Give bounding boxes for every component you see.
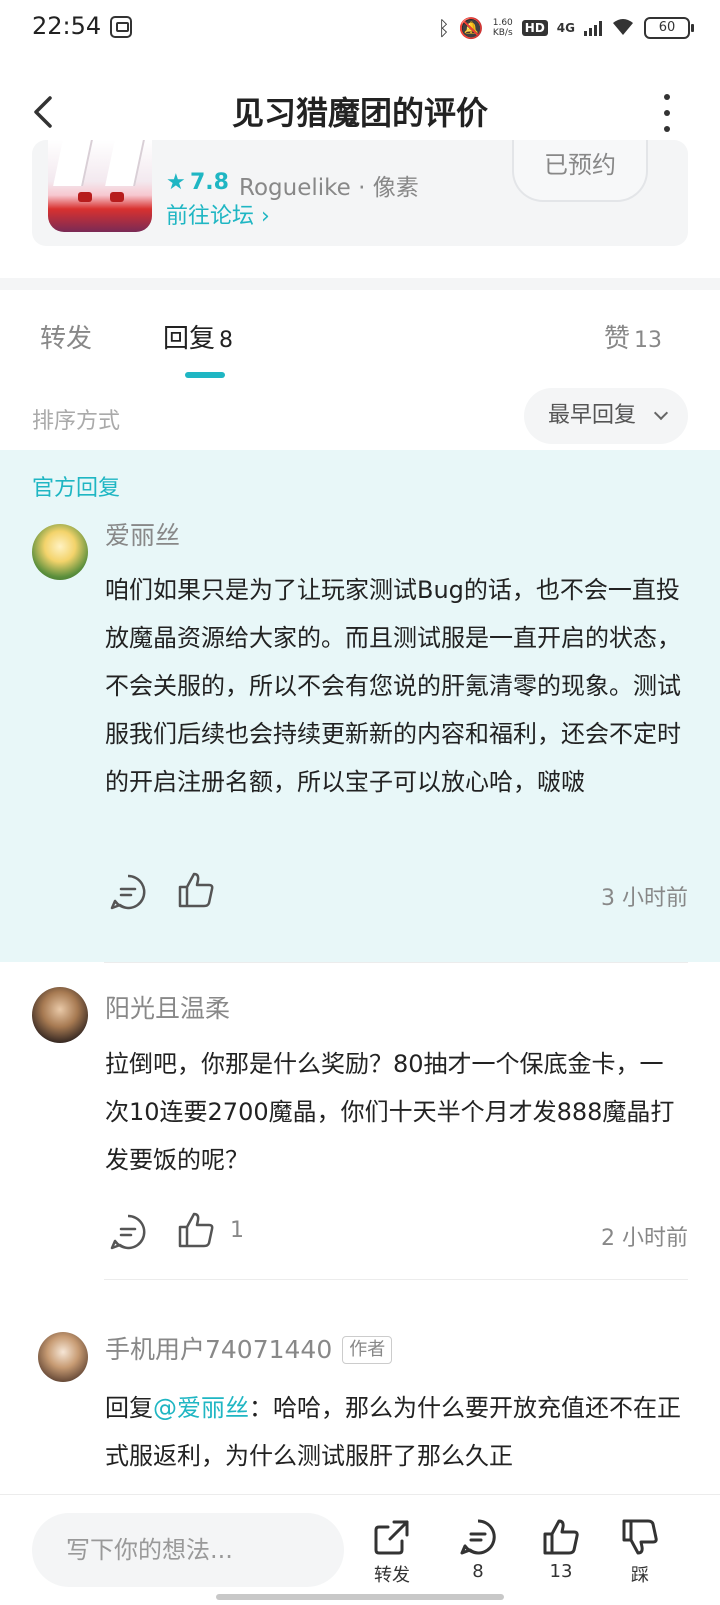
wifi-icon [611,17,635,40]
network-type: 4G [556,21,575,35]
bluetooth-icon: ᛒ [437,16,450,40]
dot-icon [664,126,670,132]
like-icon[interactable] [176,870,216,910]
like-count: 13 [634,328,663,353]
share-label: 转发 [374,1565,410,1586]
comment-text: 拉倒吧，你那是什么奖励？80抽才一个保底金卡，一次10连要2700魔晶，你们十天… [105,1050,675,1174]
comment-divider [104,1279,688,1280]
tab-replies[interactable]: 回复 8 [163,318,233,355]
chevron-down-icon [653,405,669,421]
comment-text: 回复@爱丽丝：哈哈，那么为什么要开放充值还不在正式服返利，为什么测试服肝了那么久… [105,1394,681,1470]
dot-icon [664,94,670,100]
section-divider [0,278,720,290]
comment-count: 8 [472,1561,484,1582]
mention-link[interactable]: @爱丽丝 [153,1394,249,1422]
dislike-icon [622,1519,658,1555]
dislike-button[interactable]: 踩 [600,1517,680,1587]
avatar[interactable] [32,987,88,1043]
forum-link[interactable]: 前往论坛 › [166,198,270,230]
game-icon [48,140,152,232]
username[interactable]: 阳光且温柔 [105,989,230,1025]
mute-icon: 🔕 [458,16,484,40]
author-badge: 作者 [342,1336,393,1364]
bottom-action-bar: 写下你的想法... 转发 8 13 踩 [0,1494,720,1605]
tab-share[interactable]: 转发 [40,318,92,355]
sort-dropdown[interactable]: 最早回复 [524,388,688,444]
like-icon[interactable] [176,1210,216,1250]
network-speed: 1.60 KB/s [492,18,513,38]
more-options-button[interactable] [660,94,674,132]
game-card[interactable]: ★ 7.8 Roguelike · 像素 前往论坛 › 已预约 [32,140,688,246]
official-reply: 官方回复 爱丽丝 咱们如果只是为了让玩家测试Bug的话，也不会一直投放魔晶资源给… [0,450,720,962]
share-button[interactable]: 转发 [352,1517,432,1587]
status-bar: 22:54 ᛒ 🔕 1.60 KB/s HD 4G 60 [0,0,720,56]
dislike-label: 踩 [631,1565,649,1586]
status-icons: ᛒ 🔕 1.60 KB/s HD 4G 60 [437,14,694,42]
star-icon: ★ [166,170,186,195]
comment-text: 咱们如果只是为了让玩家测试Bug的话，也不会一直投放魔晶资源给大家的。而且测试服… [105,576,681,796]
dot-icon [664,110,670,116]
username-row: 手机用户74071440 作者 [105,1330,393,1366]
page-title: 见习猎魔团的评价 [231,94,488,132]
game-icon-eye [78,192,92,202]
game-icon-eye [110,192,124,202]
comment-divider [104,962,688,963]
sort-label: 排序方式 [32,409,121,434]
official-reply-label: 官方回复 [32,476,121,501]
game-tags: Roguelike · 像素 [239,175,419,201]
tab-likes[interactable]: 赞 13 [604,318,662,355]
status-time: 22:54 [32,12,102,40]
hd-icon: HD [521,20,548,36]
signal-icon [584,20,602,36]
battery-icon: 60 [644,17,694,39]
like-button[interactable]: 13 [521,1517,601,1582]
comment-time: 2 小时前 [601,1226,688,1251]
active-tab-indicator [185,372,225,378]
reply-icon[interactable] [108,1212,148,1252]
home-indicator[interactable] [216,1594,504,1600]
comment-icon [460,1519,496,1555]
reserved-button[interactable]: 已预约 [512,140,648,202]
comment-time: 3 小时前 [601,886,688,911]
share-icon [374,1520,409,1555]
like-count: 1 [230,1218,244,1243]
like-icon [543,1519,579,1555]
comment-input[interactable]: 写下你的想法... [32,1513,344,1587]
avatar[interactable] [32,524,88,580]
username[interactable]: 手机用户74071440 [105,1335,332,1364]
app-notification-icon [110,16,132,38]
reply-count: 8 [219,328,234,353]
like-count: 13 [549,1561,573,1582]
username[interactable]: 爱丽丝 [105,516,180,552]
reply-icon[interactable] [108,872,148,912]
comment-button[interactable]: 8 [438,1517,518,1582]
game-rating: 7.8 [190,170,229,195]
avatar[interactable] [38,1332,88,1382]
